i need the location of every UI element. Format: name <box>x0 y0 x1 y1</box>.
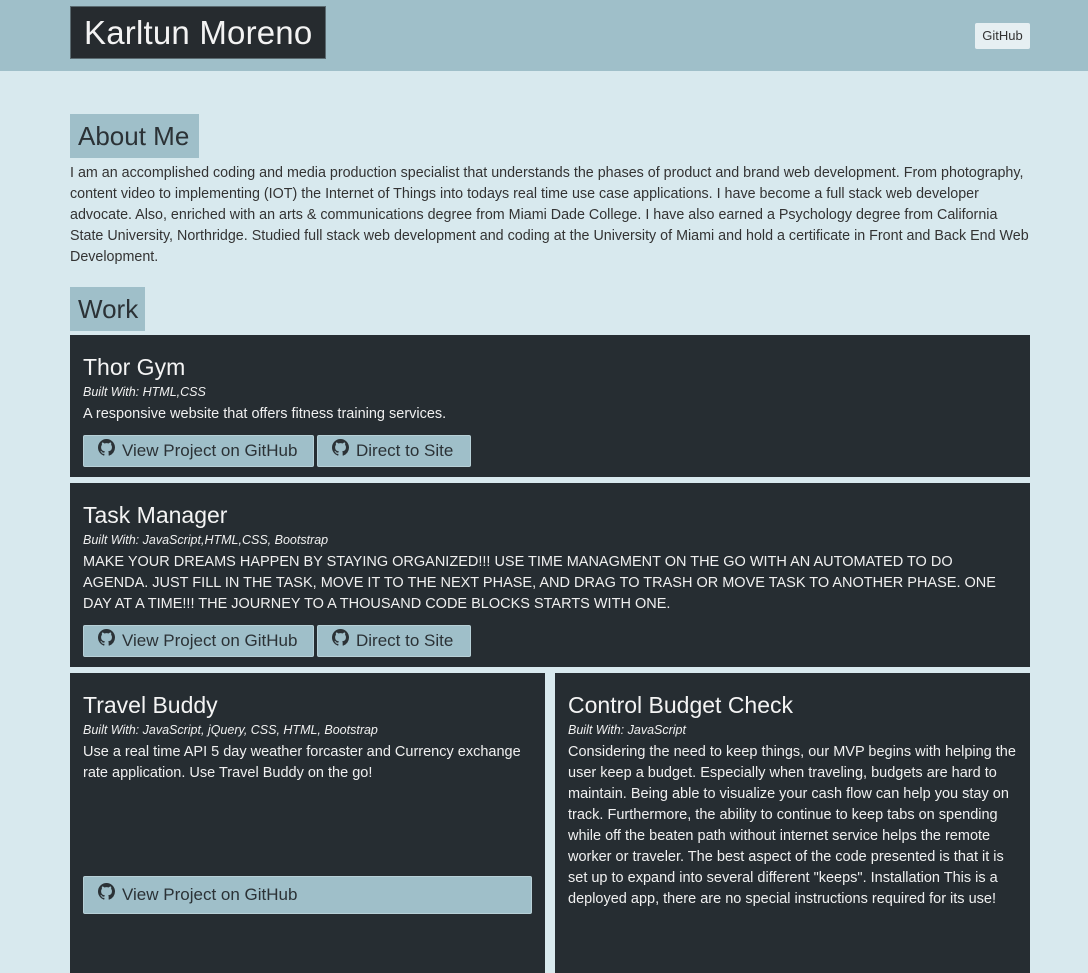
github-icon <box>98 626 116 656</box>
project-title: Travel Buddy <box>83 692 218 718</box>
button-label: View Project on GitHub <box>122 441 298 460</box>
project-title: Task Manager <box>83 502 228 528</box>
project-description: A responsive website that offers fitness… <box>83 406 447 422</box>
github-icon <box>98 877 116 913</box>
github-nav-link[interactable]: GitHub <box>975 23 1030 49</box>
github-icon <box>98 436 116 466</box>
project-built-with: Built With: JavaScript, jQuery, CSS, HTM… <box>83 723 378 737</box>
button-label: View Project on GitHub <box>122 885 298 904</box>
project-card-travel-buddy: Travel Buddy Built With: JavaScript, jQu… <box>70 673 545 973</box>
project-built-with: Built With: JavaScript,HTML,CSS, Bootstr… <box>83 533 329 547</box>
project-built-with: Built With: HTML,CSS <box>83 385 206 399</box>
brand-title[interactable]: Karltun Moreno <box>70 6 327 59</box>
button-label: Direct to Site <box>356 441 454 460</box>
work-section-title: Work <box>70 287 145 331</box>
project-built-with: Built With: JavaScript <box>568 723 686 737</box>
view-github-button[interactable]: View Project on GitHub <box>83 876 532 914</box>
project-description: MAKE YOUR DREAMS HAPPEN BY STAYING ORGAN… <box>83 554 996 612</box>
project-title: Thor Gym <box>83 354 186 380</box>
github-icon <box>332 436 350 466</box>
project-card-task-manager: Task Manager Built With: JavaScript,HTML… <box>70 483 1030 667</box>
project-description: Considering the need to keep things, our… <box>568 744 1016 907</box>
direct-to-site-button[interactable]: Direct to Site <box>317 625 471 657</box>
project-card-thor-gym: Thor Gym Built With: HTML,CSS A responsi… <box>70 335 1030 477</box>
top-navbar: Karltun Moreno GitHub <box>0 0 1088 71</box>
project-title: Control Budget Check <box>568 692 794 718</box>
project-card-control-budget-check: Control Budget Check Built With: JavaScr… <box>555 673 1030 973</box>
project-description: Use a real time API 5 day weather forcas… <box>83 744 521 781</box>
view-github-button[interactable]: View Project on GitHub <box>83 625 314 657</box>
button-label: View Project on GitHub <box>122 631 298 650</box>
direct-to-site-button[interactable]: Direct to Site <box>317 435 471 467</box>
button-label: Direct to Site <box>356 631 454 650</box>
view-github-button[interactable]: View Project on GitHub <box>83 435 314 467</box>
github-icon <box>332 626 350 656</box>
about-text: I am an accomplished coding and media pr… <box>70 165 1029 265</box>
about-section-title: About Me <box>70 114 199 158</box>
